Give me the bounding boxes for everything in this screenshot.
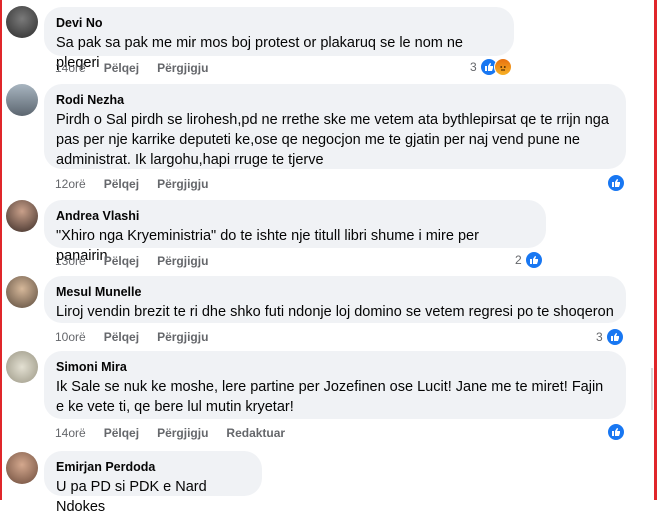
like-reaction-icon [607, 174, 625, 192]
reactions-count: 3 [470, 60, 477, 74]
avatar[interactable] [6, 200, 38, 232]
avatar[interactable] [6, 276, 38, 308]
reply-button[interactable]: Përgjigju [157, 329, 208, 345]
avatar[interactable] [6, 6, 38, 38]
scrollbar-thumb[interactable] [651, 368, 653, 410]
like-button[interactable]: Pëlqej [104, 329, 139, 345]
comment-bubble: Emirjan Perdoda U pa PD si PDK e Nard Nd… [44, 451, 262, 515]
reply-button[interactable]: Përgjigju [157, 176, 208, 192]
reactions-count: 2 [515, 253, 522, 267]
comment-time[interactable]: 10orë [55, 329, 86, 345]
comment-author[interactable]: Simoni Mira [56, 359, 614, 375]
reactions-summary[interactable]: 3 [596, 328, 624, 346]
window-border-left [0, 0, 2, 500]
reactions-summary[interactable] [607, 423, 625, 441]
reply-button[interactable]: Përgjigju [157, 253, 208, 269]
comment-text: Pirdh o Sal pirdh se lirohesh,pd ne rret… [56, 112, 609, 168]
comment-actions: 14orë Pëlqej Përgjigju Redaktuar [55, 425, 303, 441]
like-button[interactable]: Pëlqej [104, 425, 139, 441]
comment-author[interactable]: Andrea Vlashi [56, 208, 534, 224]
comment-actions: 13orë Pëlqej Përgjigju [55, 253, 226, 269]
comment-author[interactable]: Rodi Nezha [56, 92, 614, 108]
comment-bubble: Andrea Vlashi "Xhiro nga Kryeministria" … [44, 200, 546, 264]
comment-time[interactable]: 13orë [55, 253, 86, 269]
comment-time[interactable]: 12orë [55, 176, 86, 192]
like-reaction-icon [524, 251, 543, 269]
comment-text: Liroj vendin brezit te ri dhe shko futi … [56, 304, 614, 320]
comment-actions: 10orë Pëlqej Përgjigju [55, 329, 226, 345]
comment-text: Ik Sale se nuk ke moshe, lere partine pe… [56, 379, 604, 415]
comment-actions: 14orë Pëlqej Përgjigju [55, 60, 226, 76]
angry-reaction-icon [493, 58, 512, 76]
comment-author[interactable]: Emirjan Perdoda [56, 459, 250, 475]
like-button[interactable]: Pëlqej [104, 253, 139, 269]
comment-bubble: Simoni Mira Ik Sale se nuk ke moshe, ler… [44, 351, 626, 419]
comment-author[interactable]: Mesul Munelle [56, 284, 614, 300]
comment-author[interactable]: Devi No [56, 15, 502, 31]
comment-bubble: Mesul Munelle Liroj vendin brezit te ri … [44, 276, 626, 323]
like-button[interactable]: Pëlqej [104, 176, 139, 192]
like-reaction-icon [607, 423, 625, 441]
comment-time[interactable]: 14orë [55, 425, 86, 441]
reactions-summary[interactable] [607, 174, 625, 192]
reactions-count: 3 [596, 330, 603, 344]
edited-label[interactable]: Redaktuar [226, 425, 285, 441]
comment-bubble: Rodi Nezha Pirdh o Sal pirdh se lirohesh… [44, 84, 626, 169]
avatar[interactable] [6, 452, 38, 484]
avatar[interactable] [6, 351, 38, 383]
reactions-summary[interactable]: 3 [470, 58, 512, 76]
reply-button[interactable]: Përgjigju [157, 60, 208, 76]
like-reaction-icon [605, 328, 624, 346]
comment-text: U pa PD si PDK e Nard Ndokes [56, 479, 207, 515]
comment-actions: 12orë Pëlqej Përgjigju [55, 176, 226, 192]
avatar[interactable] [6, 84, 38, 116]
like-button[interactable]: Pëlqej [104, 60, 139, 76]
reply-button[interactable]: Përgjigju [157, 425, 208, 441]
comment-time[interactable]: 14orë [55, 60, 86, 76]
reactions-summary[interactable]: 2 [515, 251, 543, 269]
comment-bubble: Devi No Sa pak sa pak me mir mos boj pro… [44, 7, 514, 71]
